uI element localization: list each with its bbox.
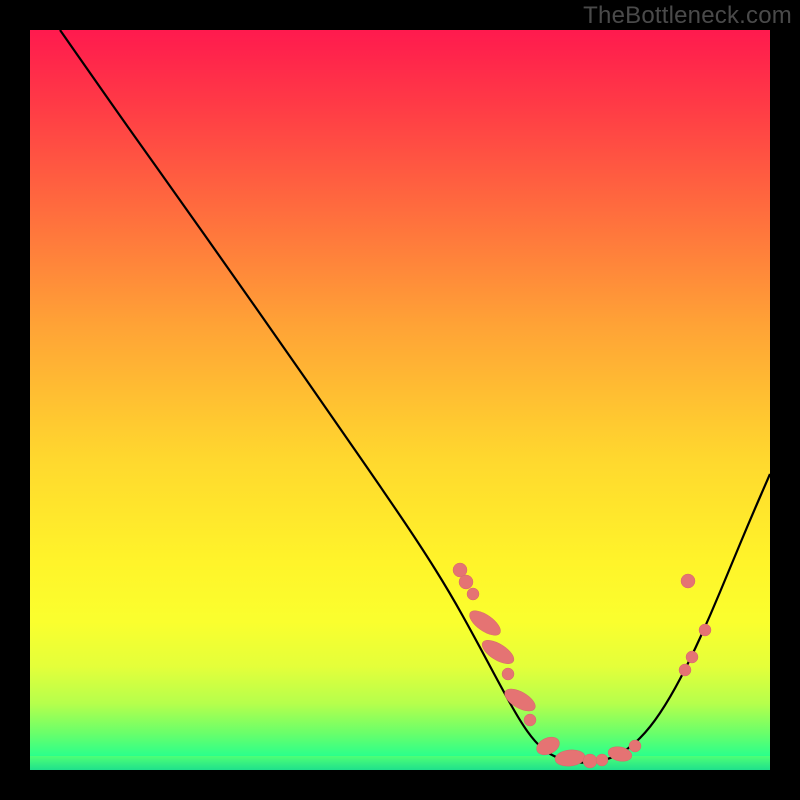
chart-marker-15 bbox=[686, 651, 698, 663]
chart-marker-2 bbox=[467, 588, 479, 600]
chart-marker-4 bbox=[478, 636, 517, 669]
chart-marker-9 bbox=[554, 748, 586, 767]
chart-marker-13 bbox=[629, 740, 641, 752]
chart-marker-3 bbox=[466, 606, 505, 640]
chart-marker-10 bbox=[583, 754, 597, 768]
chart-marker-6 bbox=[501, 685, 538, 716]
chart-marker-14 bbox=[679, 664, 691, 676]
chart-marker-17 bbox=[681, 574, 695, 588]
chart-marker-11 bbox=[596, 754, 608, 766]
chart-marker-5 bbox=[502, 668, 514, 680]
chart-marker-7 bbox=[524, 714, 536, 726]
chart-markers-group bbox=[453, 563, 711, 768]
chart-marker-16 bbox=[699, 624, 711, 636]
chart-marker-1 bbox=[459, 575, 473, 589]
chart-svg bbox=[30, 30, 770, 770]
watermark-text: TheBottleneck.com bbox=[583, 2, 792, 30]
chart-curve bbox=[60, 30, 770, 763]
chart-plot-area bbox=[30, 30, 770, 770]
